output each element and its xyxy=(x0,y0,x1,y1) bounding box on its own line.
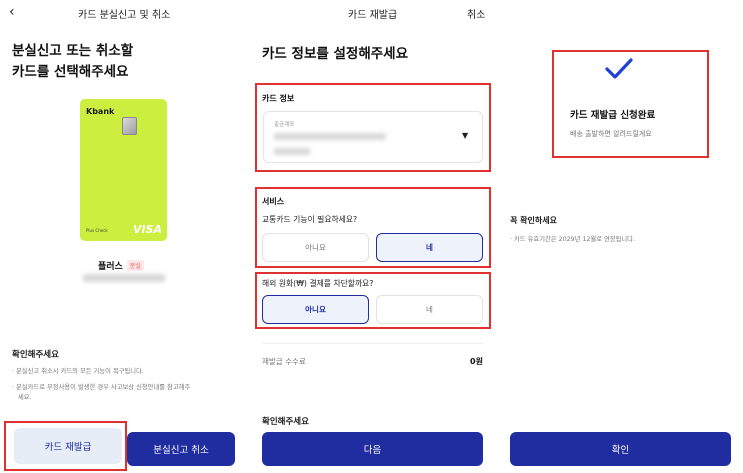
visa-logo: VISA xyxy=(132,223,162,236)
highlight-box-complete xyxy=(552,50,709,158)
screen-lost-report: ‹ 카드 분실신고 및 취소 분실신고 또는 취소할 카드를 선택해주세요 Kb… xyxy=(0,0,248,473)
notice-item: · 카드 유효기간은 2029년 12월로 연장됩니다. xyxy=(510,236,635,243)
notice-title: 확인해주세요 xyxy=(12,350,59,360)
card-brand: Kbank xyxy=(86,107,115,116)
card-name: 플러스 xyxy=(98,262,123,272)
chevron-left-icon[interactable]: ‹ xyxy=(9,4,15,20)
screen-reissue-complete: 카드 재발급 신청완료 배송 출발하면 알려드릴게요 꼭 확인하세요 · 카드 … xyxy=(496,0,743,473)
notice-title: 꼭 확인하세요 xyxy=(510,216,557,225)
notice-item-cont: 세요. xyxy=(18,394,32,401)
page-title-line1: 분실신고 또는 취소할 xyxy=(12,43,134,59)
highlight-box-service xyxy=(255,187,491,268)
confirm-button[interactable]: 확인 xyxy=(510,432,731,466)
header-title: 카드 분실신고 및 취소 xyxy=(78,10,171,21)
card-chip-icon xyxy=(122,117,137,135)
highlight-box-reissue xyxy=(4,421,127,471)
highlight-box-card-info xyxy=(255,83,491,172)
card-image[interactable]: Kbank Plus Check VISA xyxy=(80,99,167,241)
card-type-text: Plus Check xyxy=(86,228,108,233)
page-title: 분실신고 또는 취소할 카드를 선택해주세요 xyxy=(12,41,133,83)
card-number-masked xyxy=(83,274,165,282)
card-name-row: 플러스 분실 xyxy=(98,259,144,272)
notice-title: 확인해주세요 xyxy=(262,417,309,427)
page-title: 카드 정보를 설정해주세요 xyxy=(262,46,409,62)
divider xyxy=(262,343,483,344)
header-title: 카드 재발급 xyxy=(348,10,398,21)
notice-list: · 분실신고 취소시 카드의 모든 기능이 복구됩니다. · 분실카드로 부정사… xyxy=(12,367,240,403)
page-title-line2: 카드를 선택해주세요 xyxy=(12,64,129,80)
screen-reissue-settings: 카드 재발급 취소 카드 정보를 설정해주세요 카드 정보 출금계좌 ▼ 서비스… xyxy=(248,0,496,473)
header-cancel-link[interactable]: 취소 xyxy=(467,6,485,21)
notice-item: · 분실신고 취소시 카드의 모든 기능이 복구됩니다. xyxy=(12,368,144,375)
fee-value: 0원 xyxy=(470,357,483,366)
notice-item: · 분실카드로 부정사용이 발생한 경우 사고보상 신청안내를 참고해주 xyxy=(12,384,191,391)
cancel-lost-button[interactable]: 분실신고 취소 xyxy=(127,432,235,466)
highlight-box-overseas xyxy=(255,272,491,329)
fee-label: 재발급 수수료 xyxy=(262,357,306,366)
next-button[interactable]: 다음 xyxy=(262,432,483,466)
status-badge: 분실 xyxy=(126,260,144,271)
